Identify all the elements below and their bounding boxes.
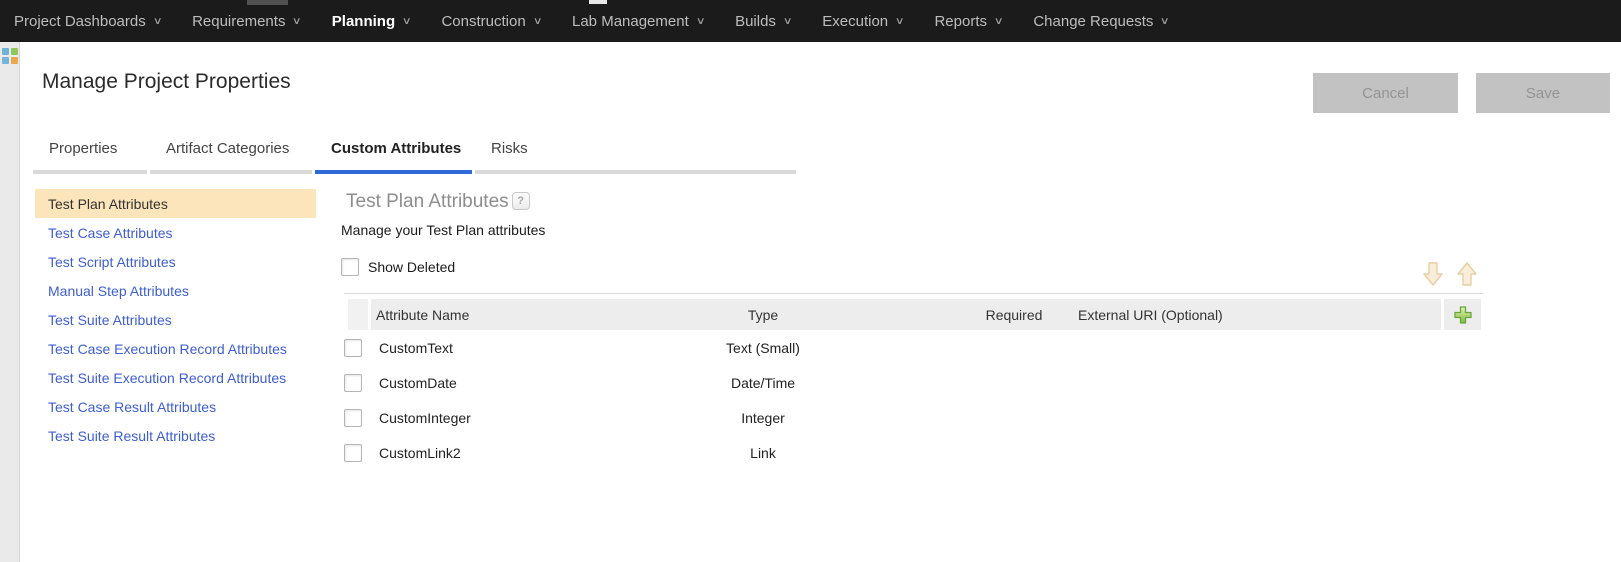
nav-menu-lab-management[interactable]: Lab Management ∨	[572, 13, 704, 30]
chevron-down-icon: ∨	[532, 16, 542, 27]
nav-menu-label: Lab Management	[572, 13, 689, 30]
add-attribute-plus-icon[interactable]	[1453, 305, 1473, 325]
nav-menu-reports[interactable]: Reports ∨	[934, 13, 1002, 30]
row-checkbox[interactable]	[344, 409, 362, 427]
nav-menu-construction[interactable]: Construction ∨	[441, 13, 541, 30]
sidebar-item-test-suite-result-attributes[interactable]: Test Suite Result Attributes	[35, 421, 316, 450]
nav-menu-label: Planning	[332, 13, 395, 30]
table-row: CustomInteger Integer	[344, 400, 1483, 435]
browser-artifact	[589, 0, 607, 4]
row-checkbox[interactable]	[344, 444, 362, 462]
tab-bar: Properties Artifact Categories Custom At…	[33, 133, 796, 174]
nav-menu-planning[interactable]: Planning ∨	[332, 13, 411, 30]
chevron-down-icon: ∨	[152, 16, 162, 27]
attribute-name-cell: CustomLink2	[371, 445, 666, 461]
tab-properties[interactable]: Properties	[33, 133, 147, 174]
tab-risks[interactable]: Risks	[475, 133, 796, 174]
reorder-controls	[1422, 260, 1478, 288]
attributes-table: Attribute Name Type Required External UR…	[344, 293, 1483, 470]
column-header-attribute-name[interactable]: Attribute Name	[371, 299, 666, 330]
sidebar-item-test-case-execution-record-attributes[interactable]: Test Case Execution Record Attributes	[35, 334, 316, 363]
section-subtitle: Manage your Test Plan attributes	[341, 222, 545, 238]
help-icon[interactable]: ?	[512, 192, 530, 210]
table-row: CustomLink2 Link	[344, 435, 1483, 470]
chevron-down-icon: ∨	[895, 16, 905, 27]
attribute-category-list: Test Plan Attributes Test Case Attribute…	[35, 189, 316, 450]
table-row: CustomText Text (Small)	[344, 330, 1483, 365]
attribute-type-cell: Date/Time	[666, 375, 960, 391]
nav-menu-requirements[interactable]: Requirements ∨	[192, 13, 301, 30]
tab-custom-attributes[interactable]: Custom Attributes	[315, 133, 472, 174]
chevron-down-icon: ∨	[402, 16, 412, 27]
sidebar-item-test-plan-attributes[interactable]: Test Plan Attributes	[35, 189, 316, 218]
mini-dashboard-icon[interactable]	[2, 48, 18, 64]
table-row: CustomDate Date/Time	[344, 365, 1483, 400]
quad-square	[2, 48, 9, 55]
attribute-name-cell: CustomInteger	[371, 410, 666, 426]
sidebar-item-test-case-result-attributes[interactable]: Test Case Result Attributes	[35, 392, 316, 421]
nav-menu-execution[interactable]: Execution ∨	[822, 13, 903, 30]
section-heading-text: Test Plan Attributes	[346, 191, 509, 213]
column-header-external-uri[interactable]: External URI (Optional)	[1068, 299, 1441, 330]
show-deleted-label: Show Deleted	[368, 259, 455, 275]
top-menubar: Project Dashboards ∨ Requirements ∨ Plan…	[0, 0, 1621, 42]
quad-square	[11, 57, 18, 64]
nav-menu-label: Construction	[441, 13, 525, 30]
quad-square	[11, 48, 18, 55]
add-attribute-cell	[1444, 299, 1481, 330]
nav-menu-change-requests[interactable]: Change Requests ∨	[1033, 13, 1168, 30]
show-deleted-control: Show Deleted	[341, 258, 455, 276]
select-all-column-header	[348, 299, 368, 330]
sidebar-item-test-suite-execution-record-attributes[interactable]: Test Suite Execution Record Attributes	[35, 363, 316, 392]
nav-menu-label: Project Dashboards	[14, 13, 146, 30]
column-header-required[interactable]: Required	[960, 299, 1068, 330]
save-button[interactable]: Save	[1476, 73, 1610, 113]
attribute-type-cell: Text (Small)	[666, 340, 960, 356]
page-title: Manage Project Properties	[42, 70, 291, 94]
chevron-down-icon: ∨	[783, 16, 793, 27]
attribute-type-cell: Link	[666, 445, 960, 461]
chevron-down-icon: ∨	[292, 16, 302, 27]
section-heading: Test Plan Attributes ?	[346, 191, 530, 213]
nav-menu-label: Execution	[822, 13, 888, 30]
move-up-icon[interactable]	[1456, 260, 1478, 288]
cancel-button[interactable]: Cancel	[1313, 73, 1458, 113]
browser-artifact	[247, 0, 288, 5]
sidebar-item-test-case-attributes[interactable]: Test Case Attributes	[35, 218, 316, 247]
nav-menu-builds[interactable]: Builds ∨	[735, 13, 791, 30]
quad-square	[2, 57, 9, 64]
attribute-type-cell: Integer	[666, 410, 960, 426]
show-deleted-checkbox[interactable]	[341, 258, 359, 276]
nav-menu-label: Change Requests	[1033, 13, 1153, 30]
table-header-row: Attribute Name Type Required External UR…	[344, 299, 1483, 330]
nav-menu-label: Reports	[934, 13, 987, 30]
sidebar-item-manual-step-attributes[interactable]: Manual Step Attributes	[35, 276, 316, 305]
nav-menu-label: Requirements	[192, 13, 285, 30]
tab-artifact-categories[interactable]: Artifact Categories	[150, 133, 312, 174]
column-header-type[interactable]: Type	[666, 299, 960, 330]
chevron-down-icon: ∨	[994, 16, 1004, 27]
row-checkbox[interactable]	[344, 339, 362, 357]
row-checkbox[interactable]	[344, 374, 362, 392]
attribute-name-cell: CustomDate	[371, 375, 666, 391]
move-down-icon[interactable]	[1422, 260, 1444, 288]
table-divider	[344, 293, 1483, 294]
attribute-name-cell: CustomText	[371, 340, 666, 356]
collapsed-sidebar-rail[interactable]	[0, 42, 20, 562]
sidebar-item-test-script-attributes[interactable]: Test Script Attributes	[35, 247, 316, 276]
nav-menu-project-dashboards[interactable]: Project Dashboards ∨	[14, 13, 161, 30]
chevron-down-icon: ∨	[695, 16, 705, 27]
chevron-down-icon: ∨	[1160, 16, 1170, 27]
nav-menu-label: Builds	[735, 13, 776, 30]
sidebar-item-test-suite-attributes[interactable]: Test Suite Attributes	[35, 305, 316, 334]
